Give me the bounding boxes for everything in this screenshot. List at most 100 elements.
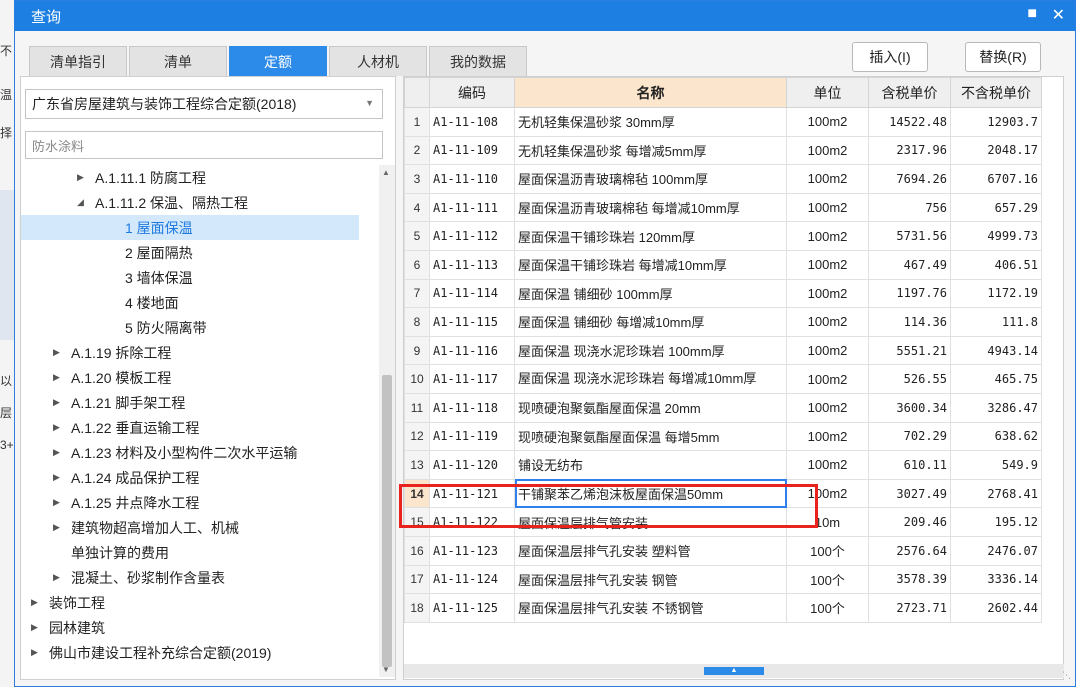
row-number[interactable]: 13 xyxy=(404,450,430,480)
tax-price-header[interactable]: 含税单价 xyxy=(868,77,951,108)
table-row[interactable]: 15 A1-11-122 屋面保温层排气管安装 10m 209.46 195.12 xyxy=(404,507,1042,537)
expand-arrow-icon[interactable]: ▶ xyxy=(31,622,49,633)
table-row[interactable]: 6 A1-11-113 屋面保温干铺珍珠岩 每增减10mm厚 100m2 467.49 4… xyxy=(404,249,1042,280)
tax-price-cell[interactable]: 1197.76 xyxy=(868,278,951,309)
unit-cell[interactable]: 100m2 xyxy=(786,278,869,309)
tab-list[interactable]: 清单 xyxy=(129,46,227,76)
notax-price-cell[interactable]: 12903.7 xyxy=(950,107,1042,137)
table-row[interactable]: 11 A1-11-118 现喷硬泡聚氨酯屋面保温 20mm 100m2 3600.34 3… xyxy=(404,392,1042,423)
row-number[interactable]: 16 xyxy=(404,535,430,566)
tax-price-cell[interactable]: 702.29 xyxy=(868,421,951,452)
notax-price-cell[interactable]: 3336.14 xyxy=(950,564,1042,595)
row-number[interactable]: 2 xyxy=(404,135,430,166)
notax-price-cell[interactable]: 4999.73 xyxy=(950,221,1042,251)
tax-price-cell[interactable]: 3600.34 xyxy=(868,392,951,423)
tax-price-cell[interactable]: 610.11 xyxy=(868,450,951,480)
tax-price-cell[interactable]: 7694.26 xyxy=(868,164,951,194)
tax-price-cell[interactable]: 467.49 xyxy=(868,249,951,280)
code-cell[interactable]: A1-11-124 xyxy=(429,564,515,595)
unit-cell[interactable]: 100m2 xyxy=(786,335,869,366)
row-number[interactable]: 10 xyxy=(404,364,430,394)
quota-book-select[interactable]: 广东省房屋建筑与装饰工程综合定额(2018) ▼ xyxy=(25,89,383,119)
tree-node[interactable]: ▶ A.1.25 井点降水工程 xyxy=(53,490,199,515)
insert-button[interactable]: 插入(I) xyxy=(852,42,928,72)
notax-price-cell[interactable]: 4943.14 xyxy=(950,335,1042,366)
name-cell[interactable]: 现喷硬泡聚氨酯屋面保温 每增5mm xyxy=(514,421,787,452)
row-number[interactable]: 6 xyxy=(404,249,430,280)
table-row[interactable]: 14 A1-11-121 干铺聚苯乙烯泡沫板屋面保温50mm 100m2 3027.49… xyxy=(404,478,1042,509)
code-cell[interactable]: A1-11-121 xyxy=(429,478,515,509)
notax-price-cell[interactable]: 406.51 xyxy=(950,249,1042,280)
code-cell[interactable]: A1-11-118 xyxy=(429,392,515,423)
code-cell[interactable]: A1-11-123 xyxy=(429,535,515,566)
table-row[interactable]: 12 A1-11-119 现喷硬泡聚氨酯屋面保温 每增5mm 100m2 702.29 6… xyxy=(404,421,1042,452)
row-number[interactable]: 7 xyxy=(404,278,430,309)
unit-header[interactable]: 单位 xyxy=(786,77,869,108)
name-cell[interactable]: 无机轻集保温砂浆 每增减5mm厚 xyxy=(514,135,787,166)
tree-node[interactable]: 单独计算的费用 xyxy=(53,540,169,565)
expand-arrow-icon[interactable]: ▶ xyxy=(53,397,71,408)
row-number[interactable]: 12 xyxy=(404,421,430,452)
code-cell[interactable]: A1-11-117 xyxy=(429,364,515,394)
notax-price-cell[interactable]: 6707.16 xyxy=(950,164,1042,194)
tree-node[interactable]: ▶ A.1.20 模板工程 xyxy=(53,365,171,390)
name-cell[interactable]: 屋面保温层排气孔安装 钢管 xyxy=(514,564,787,595)
unit-cell[interactable]: 100m2 xyxy=(786,164,869,194)
code-cell[interactable]: A1-11-115 xyxy=(429,307,515,337)
tree-node[interactable]: ▶ A.1.19 拆除工程 xyxy=(53,340,171,365)
table-row[interactable]: 1 A1-11-108 无机轻集保温砂浆 30mm厚 100m2 14522.48 129… xyxy=(404,107,1042,137)
title-bar[interactable]: 查询 ■ ✕ xyxy=(15,1,1075,31)
unit-cell[interactable]: 100个 xyxy=(786,564,869,595)
expand-arrow-icon[interactable]: ▶ xyxy=(53,447,71,458)
scroll-up-icon[interactable]: ▲ xyxy=(382,168,390,177)
expand-arrow-icon[interactable]: ▶ xyxy=(53,572,71,583)
row-number[interactable]: 15 xyxy=(404,507,430,537)
unit-cell[interactable]: 100m2 xyxy=(786,364,869,394)
collapse-arrow-icon[interactable]: ◢ xyxy=(77,197,95,208)
unit-cell[interactable]: 10m xyxy=(786,507,869,537)
tree-node[interactable]: 4 楼地面 xyxy=(107,290,179,315)
table-row[interactable]: 2 A1-11-109 无机轻集保温砂浆 每增减5mm厚 100m2 2317.96 20… xyxy=(404,135,1042,166)
tab-quota[interactable]: 定额 xyxy=(229,46,327,76)
notax-price-cell[interactable]: 465.75 xyxy=(950,364,1042,394)
expand-arrow-icon[interactable]: ▶ xyxy=(31,647,49,658)
unit-cell[interactable]: 100m2 xyxy=(786,192,869,223)
replace-button[interactable]: 替换(R) xyxy=(965,42,1041,72)
table-row[interactable]: 7 A1-11-114 屋面保温 铺细砂 100mm厚 100m2 1197.76 117… xyxy=(404,278,1042,309)
notax-price-cell[interactable]: 3286.47 xyxy=(950,392,1042,423)
name-cell[interactable]: 屋面保温 现浇水泥珍珠岩 每增减10mm厚 xyxy=(514,364,787,394)
code-cell[interactable]: A1-11-112 xyxy=(429,221,515,251)
tab-list-guide[interactable]: 清单指引 xyxy=(29,46,127,76)
tree-node[interactable]: ▶ A.1.11.1 防腐工程 xyxy=(77,165,206,190)
code-cell[interactable]: A1-11-120 xyxy=(429,450,515,480)
tax-price-cell[interactable]: 2576.64 xyxy=(868,535,951,566)
code-cell[interactable]: A1-11-110 xyxy=(429,164,515,194)
row-number[interactable]: 4 xyxy=(404,192,430,223)
tree-node[interactable]: ▶ A.1.24 成品保护工程 xyxy=(53,465,199,490)
restore-icon[interactable]: ■ xyxy=(1027,5,1037,23)
row-number[interactable]: 11 xyxy=(404,392,430,423)
row-number[interactable]: 1 xyxy=(404,107,430,137)
scroll-grip-icon[interactable]: ▲ xyxy=(704,667,764,675)
code-cell[interactable]: A1-11-116 xyxy=(429,335,515,366)
expand-arrow-icon[interactable]: ▶ xyxy=(77,172,95,183)
tree-node[interactable]: ▶ A.1.23 材料及小型构件二次水平运输 xyxy=(53,440,297,465)
name-cell[interactable]: 现喷硬泡聚氨酯屋面保温 20mm xyxy=(514,392,787,423)
notax-price-cell[interactable]: 657.29 xyxy=(950,192,1042,223)
name-cell[interactable]: 干铺聚苯乙烯泡沫板屋面保温50mm xyxy=(514,478,787,509)
notax-price-cell[interactable]: 111.8 xyxy=(950,307,1042,337)
row-number[interactable]: 5 xyxy=(404,221,430,251)
tax-price-cell[interactable]: 5731.56 xyxy=(868,221,951,251)
tax-price-cell[interactable]: 526.55 xyxy=(868,364,951,394)
name-cell[interactable]: 屋面保温 铺细砂 100mm厚 xyxy=(514,278,787,309)
name-cell[interactable]: 屋面保温干铺珍珠岩 每增减10mm厚 xyxy=(514,249,787,280)
close-icon[interactable]: ✕ xyxy=(1052,5,1065,25)
expand-arrow-icon[interactable]: ▶ xyxy=(53,497,71,508)
unit-cell[interactable]: 100m2 xyxy=(786,392,869,423)
search-input[interactable]: 防水涂料 xyxy=(25,131,383,159)
tree-node[interactable]: 2 屋面隔热 xyxy=(107,240,193,265)
notax-price-cell[interactable]: 195.12 xyxy=(950,507,1042,537)
row-number[interactable]: 8 xyxy=(404,307,430,337)
name-cell[interactable]: 屋面保温沥青玻璃棉毡 每增减10mm厚 xyxy=(514,192,787,223)
tax-price-cell[interactable]: 2723.71 xyxy=(868,593,951,623)
